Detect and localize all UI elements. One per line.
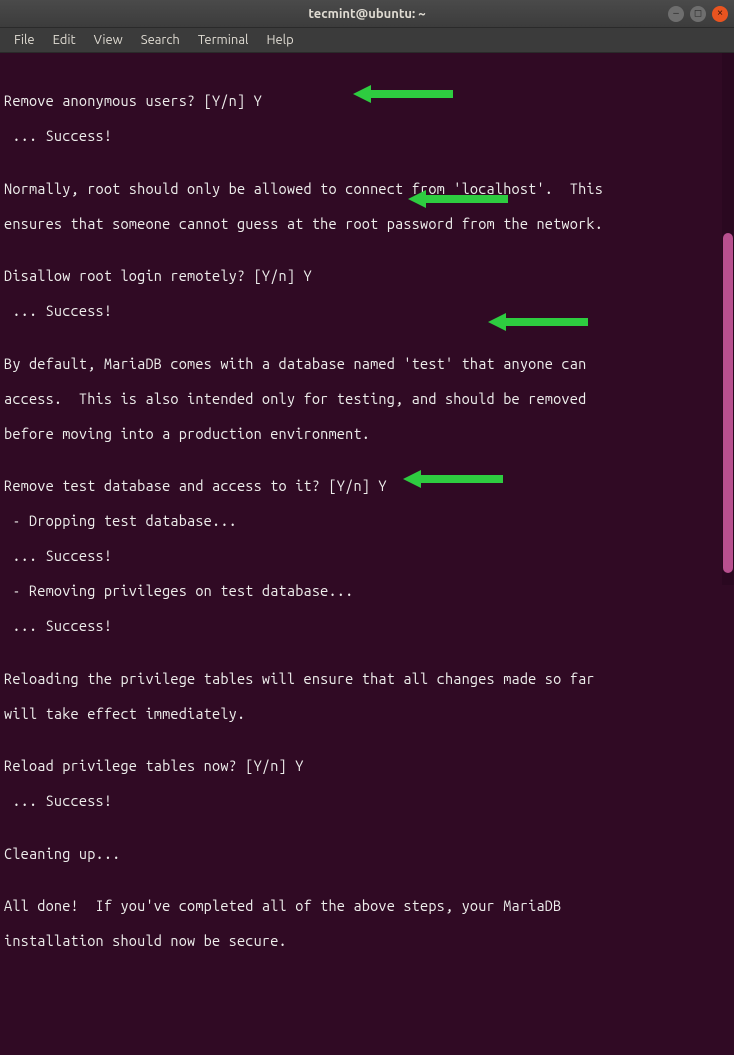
arrow-annotation-icon (320, 67, 420, 85)
titlebar: tecmint@ubuntu: ~ – ◻ × (0, 0, 734, 28)
terminal-line: ensures that someone cannot guess at the… (4, 215, 730, 233)
terminal-line: Disallow root login remotely? [Y/n] Y (4, 267, 730, 285)
minimize-button[interactable]: – (668, 6, 684, 22)
terminal-line: before moving into a production environm… (4, 425, 730, 443)
menu-view[interactable]: View (86, 30, 131, 50)
maximize-button[interactable]: ◻ (690, 6, 706, 22)
terminal-line: ... Success! (4, 547, 730, 565)
menu-search[interactable]: Search (133, 30, 188, 50)
menu-edit[interactable]: Edit (45, 30, 84, 50)
terminal-line: ... Success! (4, 302, 730, 320)
terminal-area[interactable]: Remove anonymous users? [Y/n] Y ... Succ… (0, 53, 734, 585)
terminal-line: Cleaning up... (4, 845, 730, 863)
close-button[interactable]: × (712, 6, 728, 22)
terminal-line: Reload privilege tables now? [Y/n] Y (4, 757, 730, 775)
terminal-line: installation should now be secure. (4, 932, 730, 950)
menu-help[interactable]: Help (258, 30, 301, 50)
terminal-line: ... Success! (4, 617, 730, 635)
scrollbar[interactable] (722, 53, 734, 585)
terminal-line: By default, MariaDB comes with a databas… (4, 355, 730, 373)
menubar: File Edit View Search Terminal Help (0, 28, 734, 53)
window-controls: – ◻ × (668, 6, 728, 22)
arrow-annotation-icon (370, 452, 470, 470)
terminal-line: - Dropping test database... (4, 512, 730, 530)
terminal-line: ... Success! (4, 792, 730, 810)
terminal-line: All done! If you've completed all of the… (4, 897, 730, 915)
terminal-line: access. This is also intended only for t… (4, 390, 730, 408)
terminal-line: will take effect immediately. (4, 705, 730, 723)
menu-file[interactable]: File (6, 30, 43, 50)
terminal-line: Remove anonymous users? [Y/n] Y (4, 92, 730, 110)
terminal-line: ... Success! (4, 127, 730, 145)
window-title: tecmint@ubuntu: ~ (308, 7, 425, 21)
terminal-line: Normally, root should only be allowed to… (4, 180, 730, 198)
scrollbar-thumb[interactable] (723, 233, 733, 573)
terminal-line: Remove test database and access to it? [… (4, 477, 730, 495)
terminal-line: Reloading the privilege tables will ensu… (4, 670, 730, 688)
menu-terminal[interactable]: Terminal (190, 30, 257, 50)
